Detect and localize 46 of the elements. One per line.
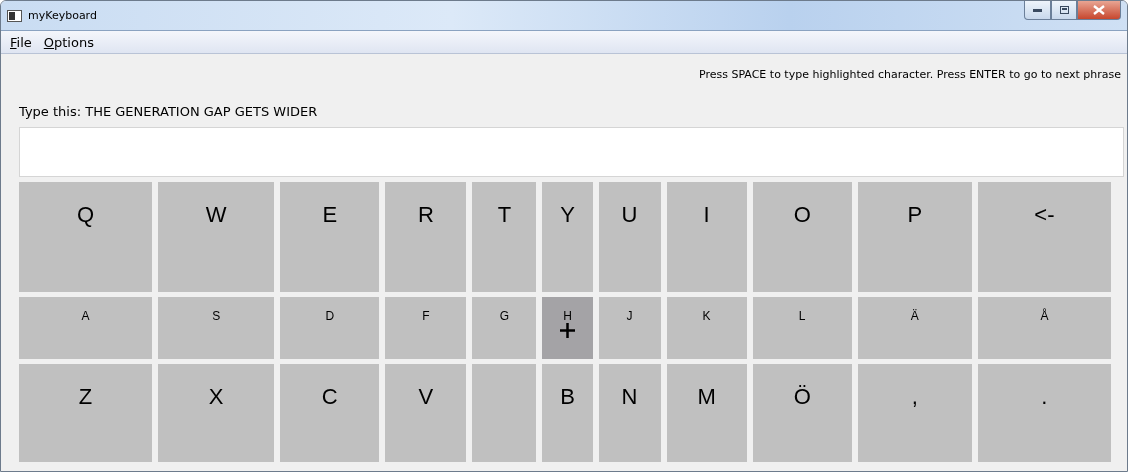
instruction-text: Press SPACE to type highlighted character. Press ENTER to go to next phrase [699,68,1121,81]
keyboard-key[interactable]: F [385,297,467,359]
crosshair-icon [560,323,575,338]
keyboard-key[interactable]: T [472,182,537,292]
maximize-button[interactable] [1051,1,1077,20]
keyboard-key[interactable]: U [598,182,661,292]
prompt-text: Type this: THE GENERATION GAP GETS WIDER [19,104,319,119]
maximize-icon [1059,6,1069,14]
app-icon [7,9,22,22]
keyboard-key[interactable]: Ö [752,364,852,462]
keyboard-key[interactable]: O [752,182,852,292]
window-title: myKeyboard [28,9,98,22]
keyboard-key[interactable]: G [472,297,537,359]
keyboard-key[interactable]: , [857,364,972,462]
keyboard-key[interactable]: Y [542,182,593,292]
keyboard-key[interactable]: Q [19,182,153,292]
keyboard-key[interactable]: Ä [857,297,972,359]
keyboard-key[interactable]: E [280,182,380,292]
keyboard-key[interactable]: A [19,297,153,359]
minimize-button[interactable] [1024,1,1051,20]
keyboard-key[interactable]: P [857,182,972,292]
close-icon [1093,5,1105,15]
keyboard-key[interactable]: W [158,182,275,292]
keyboard-key[interactable]: Z [19,364,153,462]
close-button[interactable] [1077,1,1121,20]
keyboard-key[interactable]: S [158,297,275,359]
keyboard-key[interactable]: Å [977,297,1111,359]
keyboard-key[interactable]: R [385,182,467,292]
input-field[interactable] [19,127,1124,177]
keyboard-key[interactable]: X [158,364,275,462]
menu-item[interactable]: File [5,34,37,50]
keyboard-key[interactable]: J [598,297,661,359]
keyboard-key[interactable]: C [280,364,380,462]
minimize-icon [1033,8,1042,12]
keyboard-key[interactable]: K [666,297,747,359]
keyboard-key[interactable]: . [977,364,1111,462]
keyboard-key[interactable]: N [598,364,661,462]
keyboard-key[interactable]: B [542,364,593,462]
keyboard-key[interactable]: H [542,297,593,359]
keyboard-key[interactable]: M [666,364,747,462]
keyboard-key[interactable]: V [385,364,467,462]
keyboard-key[interactable]: L [752,297,852,359]
keyboard-key[interactable]: I [666,182,747,292]
menu-item[interactable]: Options [38,34,99,50]
keyboard-key[interactable]: <- [977,182,1111,292]
keyboard-key[interactable]: D [280,297,380,359]
